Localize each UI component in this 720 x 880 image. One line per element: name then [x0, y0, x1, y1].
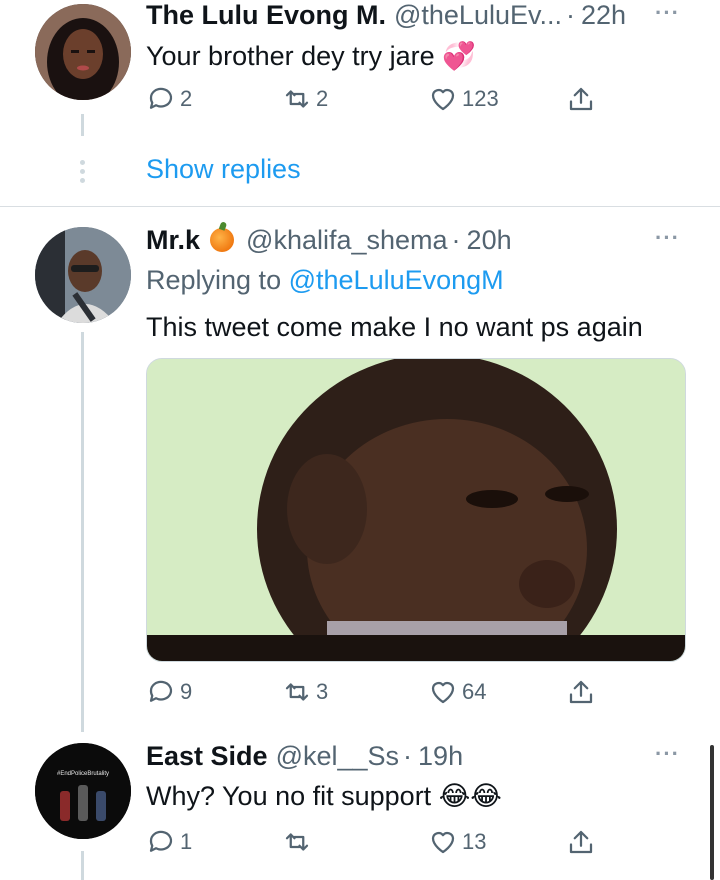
reply-count: 9	[180, 679, 193, 704]
reply-button[interactable]: 9	[146, 677, 192, 707]
tweet-3[interactable]: #EndPoliceBrutality East Side @kel__Ss ·…	[0, 733, 720, 880]
orange-emoji-icon	[210, 228, 235, 252]
thread-line	[81, 332, 84, 732]
timestamp[interactable]: 19h	[418, 741, 463, 772]
reply-button[interactable]: 1	[146, 827, 192, 857]
share-icon	[569, 680, 593, 704]
display-name[interactable]: East Side	[146, 741, 268, 772]
reply-icon	[149, 830, 173, 852]
retweet-icon	[285, 90, 309, 108]
more-options-icon[interactable]: ···	[655, 0, 680, 26]
like-button[interactable]: 123	[428, 84, 499, 114]
separator-dot: ·	[451, 225, 461, 255]
reply-count: 1	[180, 829, 193, 854]
retweet-button[interactable]: 3	[282, 677, 328, 707]
tweet-1[interactable]: The Lulu Evong M. @theLuluEv... · 22h ··…	[0, 0, 720, 206]
reply-icon	[149, 87, 173, 109]
avatar[interactable]	[35, 4, 131, 100]
tweet-text: This tweet come make I no want ps again	[146, 312, 643, 342]
reply-button[interactable]: 2	[146, 84, 192, 114]
replying-mention-link[interactable]: @theLuluEvongM	[289, 265, 504, 295]
heart-icon	[431, 88, 455, 111]
share-icon	[569, 830, 593, 854]
timestamp[interactable]: 22h	[581, 0, 626, 31]
avatar[interactable]	[35, 227, 131, 323]
share-button[interactable]	[566, 84, 596, 114]
tweet-media-image[interactable]	[146, 358, 686, 662]
avatar[interactable]: #EndPoliceBrutality	[35, 743, 131, 839]
like-button[interactable]: 64	[428, 677, 486, 707]
tweet-header: East Side @kel__Ss · 19h ···	[146, 741, 680, 781]
retweet-button[interactable]: 2	[282, 84, 328, 114]
replying-to: Replying to @theLuluEvongM	[146, 265, 504, 296]
action-bar: 1 13	[146, 827, 606, 867]
retweet-icon	[285, 833, 309, 851]
handle[interactable]: @khalifa_shema	[246, 225, 448, 256]
like-count: 13	[462, 829, 487, 854]
timestamp[interactable]: 20h	[467, 225, 512, 256]
handle[interactable]: @theLuluEv...	[394, 0, 562, 31]
more-options-icon[interactable]: ···	[655, 225, 680, 251]
replying-prefix: Replying to	[146, 265, 282, 295]
retweet-icon	[285, 683, 309, 701]
retweet-count: 2	[316, 86, 329, 111]
like-count: 123	[462, 86, 499, 111]
share-button[interactable]	[566, 677, 596, 707]
reply-count: 2	[180, 86, 193, 111]
tweet-header: The Lulu Evong M. @theLuluEv... · 22h ··…	[146, 0, 680, 40]
media-bottom-bar	[147, 635, 685, 661]
retweet-button[interactable]	[282, 827, 316, 857]
display-name[interactable]: Mr.k	[146, 225, 200, 256]
handle[interactable]: @kel__Ss	[276, 741, 399, 772]
scrollbar[interactable]	[710, 745, 714, 880]
tweet-text: Your brother dey try jare 💞	[146, 41, 476, 71]
thread-line	[81, 851, 84, 880]
reply-icon	[149, 680, 173, 702]
avatar-caption: #EndPoliceBrutality	[57, 771, 109, 777]
retweet-count: 3	[316, 679, 329, 704]
tweet-text: Why? You no fit support 😂😂	[146, 781, 502, 811]
show-replies-link[interactable]: Show replies	[146, 154, 301, 185]
like-count: 64	[462, 679, 487, 704]
action-bar: 9 3 64	[146, 677, 606, 717]
share-icon	[569, 87, 593, 111]
action-bar: 2 2 123	[146, 84, 606, 124]
heart-icon	[431, 831, 455, 854]
like-button[interactable]: 13	[428, 827, 486, 857]
heart-icon	[431, 681, 455, 704]
display-name[interactable]: The Lulu Evong M.	[146, 0, 386, 31]
separator-dot: ·	[403, 741, 413, 771]
tweet-header: Mr.k @khalifa_shema · 20h ···	[146, 225, 680, 265]
share-button[interactable]	[566, 827, 596, 857]
separator-dot: ·	[565, 0, 575, 30]
more-options-icon[interactable]: ···	[655, 741, 680, 767]
thread-dots	[80, 160, 86, 187]
thread-line	[81, 114, 84, 136]
